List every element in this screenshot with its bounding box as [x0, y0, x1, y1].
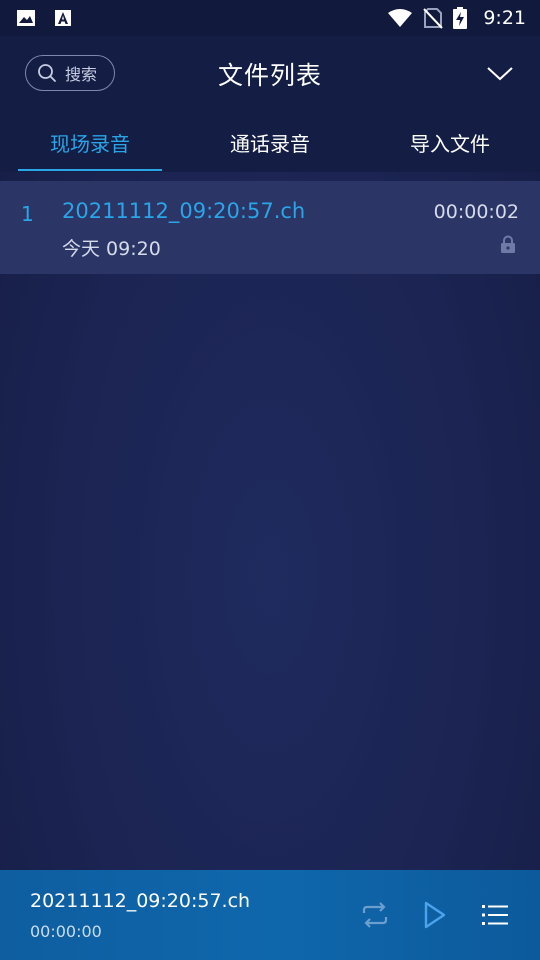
- tab-label: 导入文件: [410, 132, 490, 156]
- playlist-icon[interactable]: [481, 903, 509, 927]
- battery-charging-icon: [453, 7, 468, 29]
- repeat-icon[interactable]: [361, 902, 389, 928]
- player-bar: [0, 870, 540, 960]
- list-item-date: 今天 09:20: [62, 238, 161, 260]
- page-title: 文件列表: [217, 61, 322, 90]
- wifi-icon: [388, 9, 413, 27]
- list-item-duration: 00:00:02: [433, 201, 519, 223]
- tab-call-recording[interactable]: 通话录音: [180, 114, 360, 172]
- tab-label: 现场录音: [50, 132, 130, 156]
- lock-icon[interactable]: [499, 235, 517, 253]
- list-item-file-name: 20211112_09:20:57.ch: [62, 199, 306, 223]
- tab-label: 通话录音: [230, 132, 310, 156]
- image-icon: [17, 10, 35, 26]
- status-bar: 9:21: [0, 0, 540, 36]
- font-a-icon: [55, 10, 71, 26]
- dropdown-toggle-button[interactable]: [484, 60, 516, 88]
- player-position: 00:00:00: [30, 922, 102, 941]
- tab-bar: 现场录音 通话录音 导入文件: [0, 114, 540, 172]
- player-file-name: 20211112_09:20:57.ch: [30, 890, 251, 912]
- clock: 9:21: [483, 7, 526, 29]
- tab-live-recording[interactable]: 现场录音: [0, 114, 180, 172]
- app-header: 搜索 文件列表: [0, 36, 540, 114]
- list-item-index: 1: [21, 202, 34, 226]
- active-tab-indicator: [18, 169, 162, 171]
- chevron-down-icon: [487, 67, 513, 81]
- no-sim-icon: [423, 8, 444, 29]
- tab-import-files[interactable]: 导入文件: [360, 114, 540, 172]
- play-icon[interactable]: [423, 901, 447, 929]
